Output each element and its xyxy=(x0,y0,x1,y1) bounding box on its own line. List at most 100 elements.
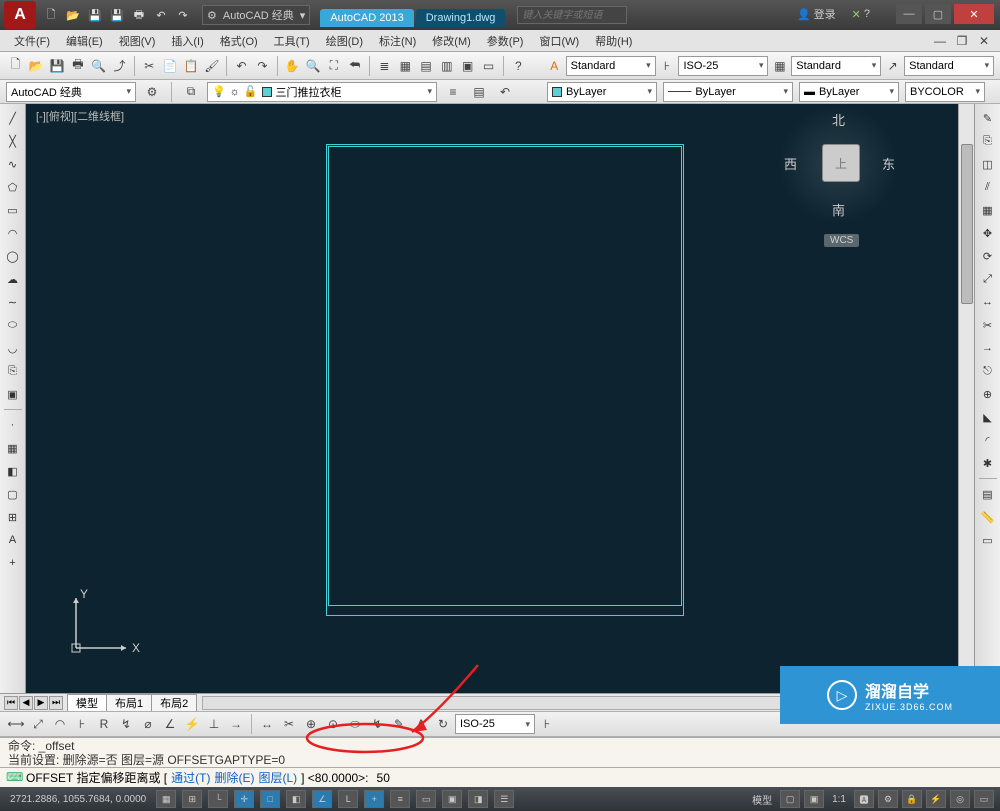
trim-tool[interactable]: ✂ xyxy=(978,315,998,335)
save-button[interactable]: 💾 xyxy=(48,56,67,76)
rectangle-tool[interactable]: ▭ xyxy=(3,200,23,220)
doc-restore-button[interactable]: ❐ xyxy=(952,31,972,51)
sheetset-button[interactable]: ▥ xyxy=(437,56,456,76)
cmd-opt-through[interactable]: 通过(T) xyxy=(171,769,210,786)
tab-prev[interactable]: ◀ xyxy=(19,696,33,710)
viewcube-south[interactable]: 南 xyxy=(832,200,845,219)
grid-toggle[interactable]: ⊞ xyxy=(182,790,202,808)
dim-edit[interactable]: ✎ xyxy=(389,714,409,734)
layer-manager-icon[interactable]: ≡ xyxy=(443,82,463,102)
tab-layout2[interactable]: 布局2 xyxy=(151,694,197,711)
layer-filter-icon[interactable]: ⧉ xyxy=(181,82,201,102)
circle-tool[interactable]: ◯ xyxy=(3,246,23,266)
menu-view[interactable]: 视图(V) xyxy=(111,31,164,51)
mleaderstyle-icon[interactable]: ↗ xyxy=(883,56,902,76)
polygon-tool[interactable]: ⬠ xyxy=(3,177,23,197)
dim-space[interactable]: ↔ xyxy=(257,714,277,734)
drawing-rect-inner[interactable] xyxy=(328,146,682,606)
textstyle-icon[interactable]: A xyxy=(545,56,564,76)
layer-state-icon[interactable]: ▤ xyxy=(469,82,489,102)
hardware-accel[interactable]: ⚡ xyxy=(926,790,946,808)
viewcube-east[interactable]: 东 xyxy=(882,154,895,173)
cmd-value[interactable]: 50 xyxy=(377,771,390,785)
calc-button[interactable]: ▭ xyxy=(479,56,498,76)
linetype-combo[interactable]: ───ByLayer▾ xyxy=(663,82,793,102)
erase-tool[interactable]: ✎ xyxy=(978,108,998,128)
mirror-tool[interactable]: ◫ xyxy=(978,154,998,174)
print-button[interactable]: 🖶 xyxy=(68,56,87,76)
keyword-search-input[interactable] xyxy=(517,6,627,24)
chamfer-tool[interactable]: ◣ xyxy=(978,407,998,427)
array-tool[interactable]: ▦ xyxy=(978,200,998,220)
publish-button[interactable]: ⤴ xyxy=(110,56,129,76)
scrollbar-thumb[interactable] xyxy=(961,144,973,304)
revision-tool[interactable]: ☁ xyxy=(3,269,23,289)
print-icon[interactable]: 🖶 xyxy=(130,6,148,24)
command-line[interactable]: ⌨ OFFSET 指定偏移距离或 [ 通过(T) 删除(E) 图层(L) ] <… xyxy=(0,767,1000,787)
qp-toggle[interactable]: ▣ xyxy=(442,790,462,808)
dynmode-toggle[interactable]: + xyxy=(364,790,384,808)
quickview-layouts[interactable]: ▢ xyxy=(780,790,800,808)
doc-name-tab[interactable]: Drawing1.dwg xyxy=(416,9,506,27)
workspace-switch[interactable]: ⚙ xyxy=(878,790,898,808)
close-button[interactable]: ✕ xyxy=(954,4,994,24)
toolpalette-button[interactable]: ▤ xyxy=(417,56,436,76)
layer-prev-icon[interactable]: ↶ xyxy=(495,82,515,102)
am-toggle[interactable]: ☰ xyxy=(494,790,514,808)
menu-draw[interactable]: 绘图(D) xyxy=(318,31,371,51)
dim-ordinate[interactable]: ⊦ xyxy=(72,714,92,734)
jogged-linear[interactable]: ↯ xyxy=(367,714,387,734)
dim-style-mgr[interactable]: ⊦ xyxy=(537,714,557,734)
dim-angular[interactable]: ∠ xyxy=(160,714,180,734)
sc-toggle[interactable]: ◨ xyxy=(468,790,488,808)
viewcube-north[interactable]: 北 xyxy=(832,110,845,129)
region-tool[interactable]: ▢ xyxy=(3,484,23,504)
zoomprev-button[interactable]: ⮪ xyxy=(345,56,364,76)
dim-continue[interactable]: → xyxy=(226,714,246,734)
inspection[interactable]: ⬭ xyxy=(345,714,365,734)
snap-toggle[interactable]: ▦ xyxy=(156,790,176,808)
rotate-tool[interactable]: ⟳ xyxy=(978,246,998,266)
mleader-style-combo[interactable]: Standard▾ xyxy=(904,56,994,76)
copy-button[interactable]: 📄 xyxy=(161,56,180,76)
offset-tool[interactable]: ⫽ xyxy=(978,177,998,197)
menu-dimension[interactable]: 标注(N) xyxy=(371,31,424,51)
dim-radius[interactable]: R xyxy=(94,714,114,734)
spline-tool[interactable]: ∼ xyxy=(3,292,23,312)
undo-button[interactable]: ↶ xyxy=(232,56,251,76)
zoomwin-button[interactable]: ⛶ xyxy=(324,56,343,76)
dim-aligned[interactable]: ⤢ xyxy=(28,714,48,734)
open-button[interactable]: 📂 xyxy=(27,56,46,76)
text-style-combo[interactable]: Standard▾ xyxy=(566,56,656,76)
gradient-tool[interactable]: ◧ xyxy=(3,461,23,481)
scale-tool[interactable]: ⤢ xyxy=(978,269,998,289)
tab-last[interactable]: ⏭ xyxy=(49,696,63,710)
join-tool[interactable]: ⊕ xyxy=(978,384,998,404)
polar-toggle[interactable]: ✛ xyxy=(234,790,254,808)
menu-tools[interactable]: 工具(T) xyxy=(266,31,318,51)
doc-close-button[interactable]: ✕ xyxy=(974,31,994,51)
table-tool[interactable]: ⊞ xyxy=(3,507,23,527)
hatch-tool[interactable]: ▦ xyxy=(3,438,23,458)
pline-tool[interactable]: ∿ xyxy=(3,154,23,174)
markup-button[interactable]: ▣ xyxy=(458,56,477,76)
otrack-toggle[interactable]: ∠ xyxy=(312,790,332,808)
xline-tool[interactable]: ╳ xyxy=(3,131,23,151)
wcs-badge[interactable]: WCS xyxy=(824,234,859,247)
cmd-opt-layer[interactable]: 图层(L) xyxy=(258,769,297,786)
ellipsearc-tool[interactable]: ◡ xyxy=(3,338,23,358)
break-tool[interactable]: ⎋ xyxy=(978,361,998,381)
workspace-combo[interactable]: ⚙ AutoCAD 经典 ▾ xyxy=(202,5,310,25)
centermark[interactable]: ⊙ xyxy=(323,714,343,734)
ellipse-tool[interactable]: ⬭ xyxy=(3,315,23,335)
workspace-settings-icon[interactable]: ⚙ xyxy=(142,82,162,102)
properties-button[interactable]: ≣ xyxy=(375,56,394,76)
app-logo[interactable]: A xyxy=(4,1,36,29)
dim-style-combo[interactable]: ISO-25▾ xyxy=(678,56,768,76)
move-tool[interactable]: ✥ xyxy=(978,223,998,243)
viewcube-top[interactable]: 上 xyxy=(822,144,860,182)
viewcube[interactable]: 北 南 西 东 上 WCS xyxy=(788,114,888,254)
color-combo[interactable]: ByLayer▾ xyxy=(547,82,657,102)
menu-param[interactable]: 参数(P) xyxy=(479,31,532,51)
match-button[interactable]: 🖌 xyxy=(202,56,221,76)
